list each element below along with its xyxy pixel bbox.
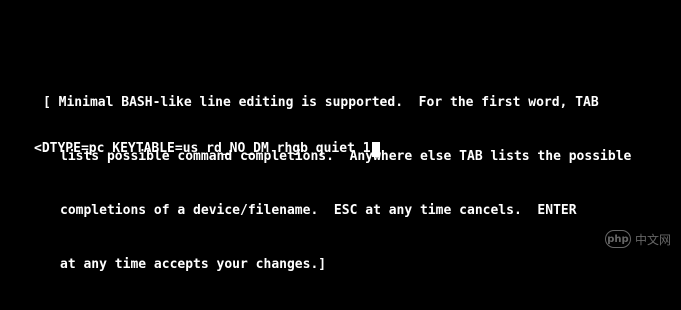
command-line-input[interactable]: <DTYPE=pc KEYTABLE=us rd_NO_DM rhgb quie…	[34, 140, 380, 158]
help-line-1: [ Minimal BASH-like line editing is supp…	[43, 95, 599, 110]
watermark: php 中文网	[604, 230, 671, 248]
help-line-3: completions of a device/filename. ESC at…	[60, 203, 577, 218]
text-cursor	[371, 141, 380, 157]
php-logo-icon: php	[604, 230, 631, 248]
help-text: [ Minimal BASH-like line editing is supp…	[43, 58, 631, 310]
grub-edit-screen: [ Minimal BASH-like line editing is supp…	[0, 0, 681, 272]
watermark-text: 中文网	[634, 232, 671, 247]
help-line-4: at any time accepts your changes.]	[60, 257, 327, 272]
command-line-text[interactable]: <DTYPE=pc KEYTABLE=us rd_NO_DM rhgb quie…	[34, 140, 371, 158]
